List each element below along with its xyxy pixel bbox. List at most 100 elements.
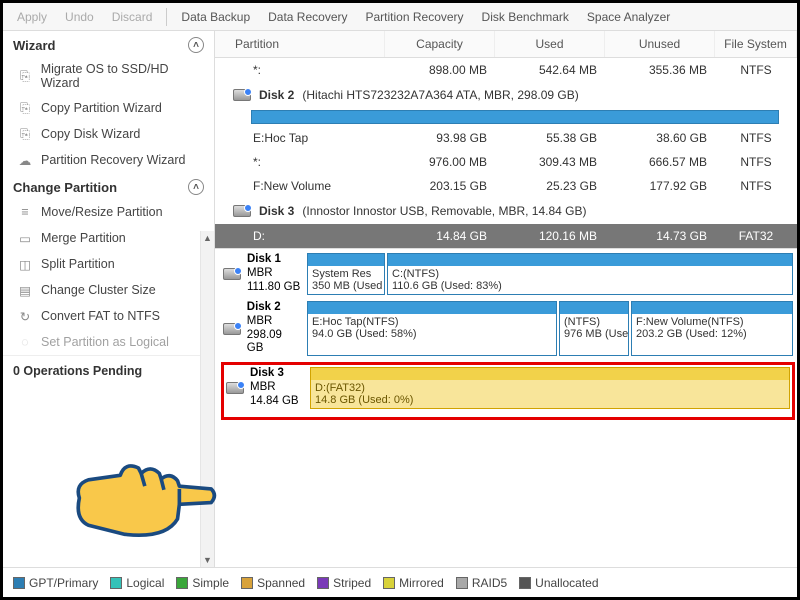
toolbar: Apply Undo Discard Data Backup Data Reco… [3,3,797,31]
part-title: D:(FAT32) [315,382,365,394]
table-row[interactable]: *:898.00 MB542.64 MB355.36 MBNTFS [215,58,797,82]
merge-icon: ▭ [17,230,33,246]
scroll-down-icon[interactable]: ▼ [201,553,214,567]
table-row[interactable]: *:976.00 MB309.43 MB666.57 MBNTFS [215,150,797,174]
partition-table-header: Partition Capacity Used Unused File Syst… [215,31,797,58]
cell-used: 309.43 MB [495,150,605,174]
table-row[interactable]: E:Hoc Tap93.98 GB55.38 GB38.60 GBNTFS [215,126,797,150]
disk-usage-bar [251,110,779,124]
toolbar-separator [166,8,167,26]
cell-cap: 898.00 MB [385,58,495,82]
partition-block[interactable]: F:New Volume(NTFS)203.2 GB (Used: 12%) [631,301,793,356]
col-capacity[interactable]: Capacity [385,31,495,57]
cell-fs: FAT32 [715,224,797,248]
content-area: Partition Capacity Used Unused File Syst… [215,31,797,567]
wizard-section-header[interactable]: Wizard ˄ [3,31,214,57]
data-backup-button[interactable]: Data Backup [173,7,258,27]
cell-cap: 976.00 MB [385,150,495,174]
partition-block[interactable]: C:(NTFS)110.6 GB (Used: 83%) [387,253,793,295]
sidebar-item-label: Convert FAT to NTFS [41,309,160,323]
disk-header-row[interactable]: Disk 2 (Hitachi HTS723232A7A364 ATA, MBR… [215,82,797,108]
col-partition[interactable]: Partition [215,31,385,57]
sidebar-item-partition-recovery[interactable]: ☁Partition Recovery Wizard [3,147,214,173]
disk-info: Disk 2MBR298.09 GB [223,301,301,356]
discard-button[interactable]: Discard [104,7,161,27]
col-unused[interactable]: Unused [605,31,715,57]
part-title: E:Hoc Tap(NTFS) [312,316,399,328]
disk-name: Disk 3 [250,367,299,381]
sidebar-item-label: Set Partition as Logical [41,335,169,349]
sidebar-item-label: Migrate OS to SSD/HD Wizard [41,62,208,90]
sidebar-item-copy-partition[interactable]: ⎘Copy Partition Wizard [3,95,214,121]
disk-map-row[interactable]: Disk 1MBR111.80 GB System Res350 MB (Use… [223,253,793,295]
legend-gpt: GPT/Primary [13,576,98,590]
cell-fs: NTFS [715,58,797,82]
migrate-icon: ⎘ [17,68,33,84]
cell-used: 55.38 GB [495,126,605,150]
disk-map-view: Disk 1MBR111.80 GB System Res350 MB (Use… [215,248,797,567]
partition-block[interactable]: (NTFS)976 MB (Use [559,301,629,356]
space-analyzer-button[interactable]: Space Analyzer [579,7,678,27]
sidebar-item-move-resize[interactable]: ≡Move/Resize Partition [3,199,214,225]
disk-sub: (Hitachi HTS723232A7A364 ATA, MBR, 298.0… [302,88,578,102]
undo-button[interactable]: Undo [57,7,102,27]
sidebar-item-convert-fat[interactable]: ↻ Convert FAT to NTFS [3,303,214,329]
part-sub: 350 MB (Used [312,280,382,292]
disk-map-row[interactable]: Disk 3MBR14.84 GB D:(FAT32)14.8 GB (Used… [226,367,790,409]
legend-label: Simple [192,576,229,590]
copy-disk-icon: ⎘ [17,126,33,142]
sidebar-item-cluster[interactable]: ▤Change Cluster Size [3,277,214,303]
selected-row[interactable]: D:14.84 GB120.16 MB14.73 GBFAT32 [215,224,797,248]
cell-cap: 14.84 GB [385,224,495,248]
legend-logical: Logical [110,576,164,590]
sidebar-item-label: Partition Recovery Wizard [41,153,186,167]
disk-map-row[interactable]: Disk 2MBR298.09 GB E:Hoc Tap(NTFS)94.0 G… [223,301,793,356]
cell-used: 542.64 MB [495,58,605,82]
change-partition-section-header[interactable]: Change Partition ˄ [3,173,214,199]
chevron-up-icon[interactable]: ˄ [188,37,204,53]
part-title: C:(NTFS) [392,268,439,280]
disk-type: MBR [250,381,299,395]
chevron-up-icon[interactable]: ˄ [188,179,204,195]
data-recovery-button[interactable]: Data Recovery [260,7,355,27]
partition-block[interactable]: E:Hoc Tap(NTFS)94.0 GB (Used: 58%) [307,301,557,356]
col-filesystem[interactable]: File System [715,31,797,57]
logical-icon: ◌ [17,334,33,350]
sidebar-item-set-logical[interactable]: ◌ Set Partition as Logical [3,329,214,355]
sidebar-item-merge[interactable]: ▭Merge Partition [3,225,214,251]
disk-info: Disk 3MBR14.84 GB [226,367,304,409]
disk-benchmark-button[interactable]: Disk Benchmark [474,7,577,27]
partition-recovery-button[interactable]: Partition Recovery [358,7,472,27]
cell-name: *: [215,58,385,82]
cell-name: *: [215,150,385,174]
table-row[interactable]: F:New Volume203.15 GB25.23 GB177.92 GBNT… [215,174,797,198]
convert-icon: ↻ [17,308,33,324]
cell-cap: 93.98 GB [385,126,495,150]
disk-icon [233,89,251,101]
col-used[interactable]: Used [495,31,605,57]
sidebar-item-migrate-os[interactable]: ⎘ Migrate OS to SSD/HD Wizard [3,57,214,95]
apply-button[interactable]: Apply [9,7,55,27]
operations-pending: 0 Operations Pending [3,355,214,386]
legend-label: Spanned [257,576,305,590]
legend-label: Striped [333,576,371,590]
disk-type: MBR [247,315,301,329]
highlighted-disk3: Disk 3MBR14.84 GB D:(FAT32)14.8 GB (Used… [221,362,795,420]
cell-fs: NTFS [715,126,797,150]
cell-used: 120.16 MB [495,224,605,248]
disk-icon [226,382,244,394]
cell-cap: 203.15 GB [385,174,495,198]
scroll-up-icon[interactable]: ▲ [201,231,214,245]
sidebar-item-split[interactable]: ◫Split Partition [3,251,214,277]
cell-name: D: [215,224,385,248]
partition-block[interactable]: D:(FAT32)14.8 GB (Used: 0%) [310,367,790,409]
part-sub: 110.6 GB (Used: 83%) [392,280,502,292]
disk-header-row[interactable]: Disk 3 (Innostor Innostor USB, Removable… [215,198,797,224]
wizard-title: Wizard [13,38,56,53]
part-sub: 203.2 GB (Used: 12%) [636,328,747,340]
legend-label: RAID5 [472,576,507,590]
sidebar-item-copy-disk[interactable]: ⎘Copy Disk Wizard [3,121,214,147]
sidebar-scrollbar[interactable]: ▲▼ [200,231,214,567]
cell-name: E:Hoc Tap [215,126,385,150]
partition-block[interactable]: System Res350 MB (Used [307,253,385,295]
